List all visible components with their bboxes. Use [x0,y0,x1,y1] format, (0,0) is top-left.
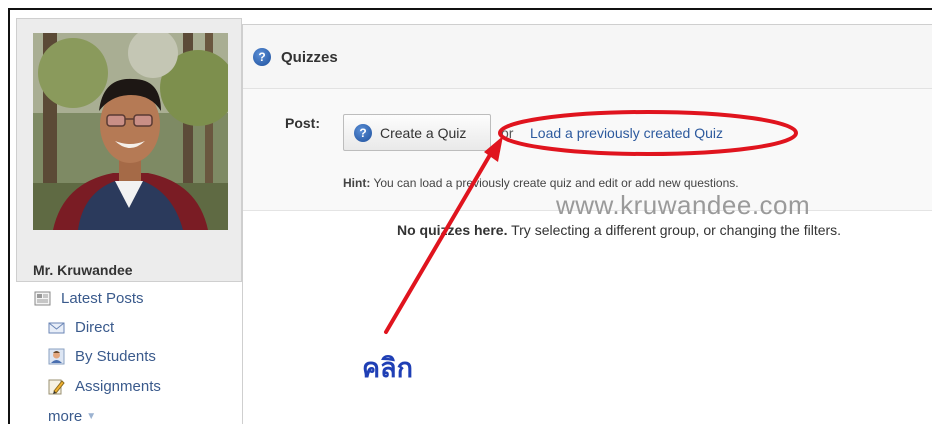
load-previous-quiz-link[interactable]: Load a previously created Quiz [530,125,723,141]
nav-item-latest-posts[interactable]: Latest Posts [34,290,144,307]
quizzes-panel: ? Quizzes Post: ? Create a Quiz or Load … [242,24,932,424]
nav-item-by-students[interactable]: By Students [48,348,156,365]
frame-left-border [8,8,10,424]
quiz-help-icon: ? [354,123,372,142]
hint-label: Hint: [343,176,371,190]
hint-text: Hint: You can load a previously create q… [343,176,739,190]
nav-item-assignments[interactable]: Assignments [48,378,161,395]
nav-item-direct[interactable]: Direct [48,319,114,336]
frame-top-border [8,8,932,10]
student-icon [48,348,65,365]
nav-item-label: Assignments [75,378,161,395]
post-label: Post: [285,115,320,131]
help-question-icon: ? [253,48,271,66]
panel-header: ? Quizzes [243,25,932,89]
page-title: Quizzes [281,49,338,66]
nav-item-label: By Students [75,348,156,365]
empty-state-text: Try selecting a different group, or chan… [511,222,842,238]
create-quiz-button[interactable]: ? Create a Quiz [343,114,491,151]
nav-item-label: Latest Posts [61,290,144,307]
more-label: more [48,408,83,424]
nav-more-link[interactable]: more ▼ [48,408,96,424]
envelope-icon [48,319,65,336]
pencil-icon [48,378,65,395]
empty-state-message: No quizzes here. Try selecting a differe… [397,222,841,238]
chevron-down-icon: ▼ [86,411,97,422]
empty-state-strong: No quizzes here. [397,222,508,238]
create-quiz-label: Create a Quiz [380,124,467,141]
or-text: or [501,125,514,141]
nav-item-label: Direct [75,319,115,336]
profile-name[interactable]: Mr. Kruwandee [33,262,133,278]
profile-photo[interactable] [33,33,228,230]
profile-card: Mr. Kruwandee [16,18,242,282]
newspaper-icon [34,290,51,307]
click-annotation-label: คลิก [362,353,413,383]
watermark: www.kruwandee.com [556,190,811,220]
hint-body: You can load a previously create quiz an… [373,176,739,190]
